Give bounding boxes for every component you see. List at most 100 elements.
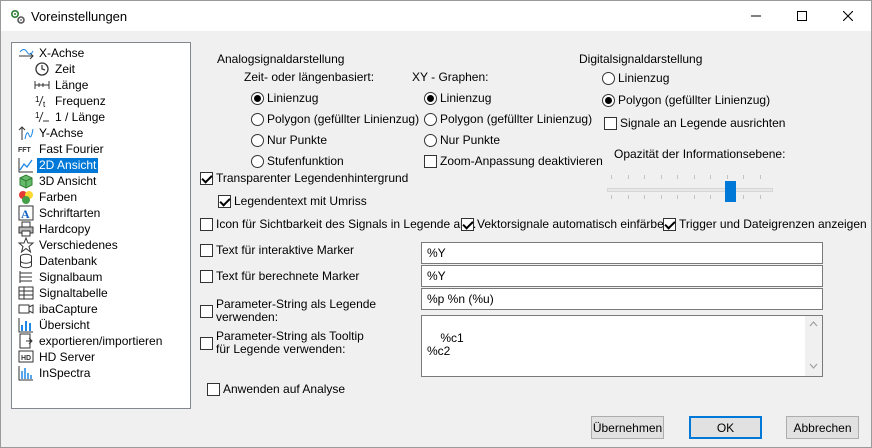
tree-item-x-axis[interactable]: X-Achse bbox=[18, 45, 86, 61]
tree-item-database[interactable]: Datenbank bbox=[18, 253, 99, 269]
checkbox-indicator[interactable] bbox=[200, 171, 213, 185]
signal-tree-icon bbox=[18, 269, 34, 285]
interactive-marker-checkbox[interactable]: Text für interaktive Marker bbox=[200, 243, 354, 257]
checkbox-indicator[interactable] bbox=[200, 304, 213, 318]
checkbox-indicator[interactable] bbox=[200, 336, 213, 350]
checkbox-indicator[interactable] bbox=[663, 217, 676, 231]
slider-tick bbox=[694, 175, 695, 179]
title-bar: Voreinstellungen bbox=[1, 1, 871, 31]
time-radio-polygon[interactable]: Polygon (gefüllter Linienzug) bbox=[251, 112, 419, 126]
slider-tick bbox=[611, 175, 612, 179]
radio-indicator[interactable] bbox=[251, 91, 264, 105]
tree-item-inspectra[interactable]: InSpectra bbox=[18, 365, 92, 381]
tree-item-signal-tree[interactable]: Signalbaum bbox=[18, 269, 104, 285]
star-icon bbox=[18, 237, 34, 253]
checkbox-label: Text für interaktive Marker bbox=[216, 243, 355, 257]
slider-tick bbox=[694, 195, 695, 199]
radio-indicator[interactable] bbox=[602, 93, 615, 107]
param-tooltip-checkbox[interactable]: Parameter-String als Tooltip für Legende… bbox=[200, 330, 364, 356]
svg-text:1: 1 bbox=[35, 111, 40, 120]
radio-indicator[interactable] bbox=[251, 133, 264, 147]
tree-item-length[interactable]: Länge bbox=[34, 77, 90, 93]
tree-item-label: HD Server bbox=[39, 349, 96, 364]
tree-item-hardcopy[interactable]: Hardcopy bbox=[18, 221, 92, 237]
ok-button[interactable]: OK bbox=[689, 416, 762, 439]
radio-label: Linienzug bbox=[440, 91, 492, 105]
tree-item-fast-fourier[interactable]: FFT Fast Fourier bbox=[18, 141, 106, 157]
length-icon bbox=[34, 77, 50, 93]
tree-item-ibacapture[interactable]: ibaCapture bbox=[18, 301, 100, 317]
vector-color-checkbox[interactable]: Vektorsignale automatisch einfärben bbox=[461, 217, 670, 231]
apply-button[interactable]: Übernehmen bbox=[591, 416, 664, 439]
settings-tree[interactable]: X-Achse Zeit Länge 1t Frequenz 1 1 / Län… bbox=[11, 42, 191, 409]
digital-radio-polygon[interactable]: Polygon (gefüllter Linienzug) bbox=[602, 93, 770, 107]
checkbox-indicator[interactable] bbox=[200, 269, 213, 283]
radio-indicator[interactable] bbox=[424, 112, 437, 126]
param-tooltip-textarea[interactable]: %c1 %c2 bbox=[421, 315, 823, 377]
time-radio-points[interactable]: Nur Punkte bbox=[251, 133, 327, 147]
tree-item-misc[interactable]: Verschiedenes bbox=[18, 237, 120, 253]
tree-item-export-import[interactable]: exportieren/importieren bbox=[18, 333, 164, 349]
slider-thumb[interactable] bbox=[725, 181, 736, 202]
tree-item-fonts[interactable]: A Schriftarten bbox=[18, 205, 102, 221]
minimize-button[interactable] bbox=[733, 1, 779, 31]
zoom-adjust-checkbox[interactable]: Zoom-Anpassung deaktivieren bbox=[424, 154, 603, 168]
align-legend-checkbox[interactable]: Signale an Legende ausrichten bbox=[604, 116, 785, 130]
svg-text:A: A bbox=[21, 207, 30, 221]
legend-outline-checkbox[interactable]: Legendentext mit Umriss bbox=[218, 194, 367, 208]
xy-radio-line[interactable]: Linienzug bbox=[424, 91, 491, 105]
slider-tick bbox=[677, 195, 678, 199]
time-based-label: Zeit- oder längenbasiert: bbox=[244, 70, 375, 84]
checkbox-indicator[interactable] bbox=[604, 116, 617, 130]
checkbox-indicator[interactable] bbox=[200, 243, 213, 257]
visibility-icon-checkbox[interactable]: Icon für Sichtbarkeit des Signals in Leg… bbox=[200, 217, 476, 231]
checkbox-indicator[interactable] bbox=[424, 154, 437, 168]
param-legend-checkbox[interactable]: Parameter-String als Legende verwenden: bbox=[200, 298, 376, 324]
radio-indicator[interactable] bbox=[602, 71, 615, 85]
close-button[interactable] bbox=[825, 1, 871, 31]
time-radio-step[interactable]: Stufenfunktion bbox=[251, 154, 344, 168]
checkbox-indicator[interactable] bbox=[461, 217, 474, 231]
radio-indicator[interactable] bbox=[251, 112, 264, 126]
param-legend-input[interactable]: %p %n (%u) bbox=[421, 288, 823, 310]
maximize-button[interactable] bbox=[779, 1, 825, 31]
checkbox-indicator[interactable] bbox=[218, 194, 231, 208]
slider-tick bbox=[760, 195, 761, 199]
tree-item-2d-view[interactable]: 2D Ansicht bbox=[18, 157, 99, 173]
tree-item-inverse-length[interactable]: 1 1 / Länge bbox=[34, 109, 107, 125]
tree-item-y-axis[interactable]: Y-Achse bbox=[18, 125, 85, 141]
tree-item-hd-server[interactable]: HD HD Server bbox=[18, 349, 97, 365]
cancel-button[interactable]: Abbrechen bbox=[786, 416, 859, 439]
checkbox-indicator[interactable] bbox=[200, 217, 213, 231]
radio-indicator[interactable] bbox=[251, 154, 264, 168]
slider-track[interactable] bbox=[607, 188, 773, 192]
tree-item-overview[interactable]: Übersicht bbox=[18, 317, 92, 333]
textarea-scrollbar[interactable] bbox=[805, 316, 822, 376]
computed-marker-input[interactable]: %Y bbox=[421, 265, 823, 287]
time-radio-line[interactable]: Linienzug bbox=[251, 91, 318, 105]
trigger-limits-checkbox[interactable]: Trigger und Dateigrenzen anzeigen bbox=[663, 217, 867, 231]
checkbox-label: Signale an Legende ausrichten bbox=[620, 116, 786, 130]
tree-item-label: exportieren/importieren bbox=[39, 333, 163, 348]
xy-radio-points[interactable]: Nur Punkte bbox=[424, 133, 500, 147]
transparent-legend-bg-checkbox[interactable]: Transparenter Legendenhintergrund bbox=[200, 171, 408, 185]
radio-indicator[interactable] bbox=[424, 91, 437, 105]
interactive-marker-input[interactable]: %Y bbox=[421, 242, 823, 264]
slider-tick bbox=[644, 175, 645, 179]
tree-item-label: 2D Ansicht bbox=[37, 157, 99, 173]
tree-item-time[interactable]: Zeit bbox=[34, 61, 77, 77]
tree-item-frequency[interactable]: 1t Frequenz bbox=[34, 93, 108, 110]
tree-item-signal-table[interactable]: Signaltabelle bbox=[18, 285, 110, 301]
checkbox-label: Trigger und Dateigrenzen anzeigen bbox=[679, 217, 867, 231]
slider-tick bbox=[661, 175, 662, 179]
apply-analysis-checkbox[interactable]: Anwenden auf Analyse bbox=[207, 382, 345, 396]
xy-radio-polygon[interactable]: Polygon (gefüllter Linienzug) bbox=[424, 112, 592, 126]
tree-item-colors[interactable]: Farben bbox=[18, 189, 79, 205]
radio-label: Linienzug bbox=[618, 71, 670, 85]
computed-marker-checkbox[interactable]: Text für berechnete Marker bbox=[200, 269, 359, 283]
tree-item-3d-view[interactable]: 3D Ansicht bbox=[18, 173, 98, 189]
radio-indicator[interactable] bbox=[424, 133, 437, 147]
hd-server-icon: HD bbox=[18, 349, 34, 365]
digital-radio-line[interactable]: Linienzug bbox=[602, 71, 669, 85]
checkbox-indicator[interactable] bbox=[207, 382, 220, 396]
